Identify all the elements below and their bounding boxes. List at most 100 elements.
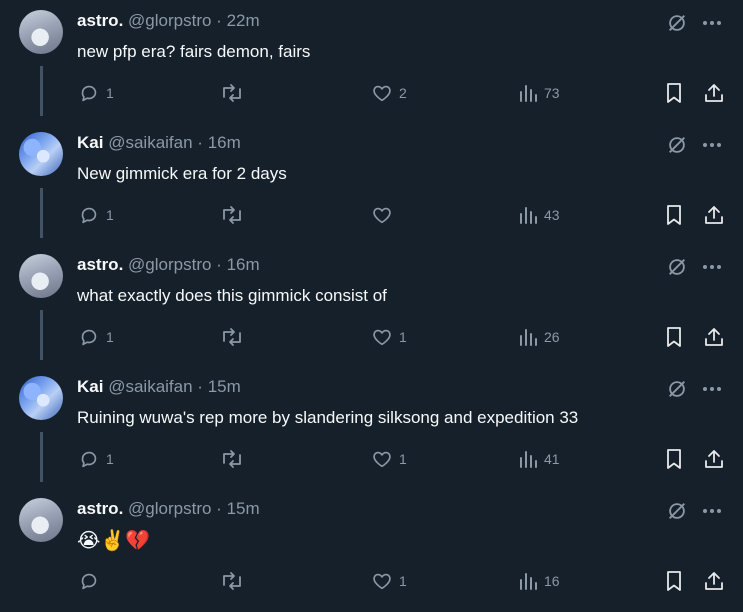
display-name[interactable]: astro. xyxy=(77,499,123,518)
share-button[interactable] xyxy=(703,202,725,228)
tweet-actions: 1 43 xyxy=(0,202,743,228)
heart-icon xyxy=(371,448,393,470)
heart-icon xyxy=(371,326,393,348)
retweet-button[interactable] xyxy=(220,80,250,106)
timestamp[interactable]: 22m xyxy=(227,11,260,30)
views-icon xyxy=(518,83,538,103)
retweet-button[interactable] xyxy=(220,202,250,228)
avatar[interactable] xyxy=(19,498,63,542)
tweet-text: New gimmick era for 2 days xyxy=(77,164,287,183)
like-button[interactable]: 1 xyxy=(371,446,407,472)
share-button[interactable] xyxy=(703,446,725,472)
bookmark-button[interactable] xyxy=(664,568,684,594)
separator-dot: · xyxy=(197,377,203,396)
timestamp[interactable]: 15m xyxy=(227,499,260,518)
display-name[interactable]: astro. xyxy=(77,11,123,30)
view-count: 16 xyxy=(544,573,560,589)
grok-icon[interactable] xyxy=(664,132,690,158)
display-name[interactable]: Kai xyxy=(77,133,103,152)
user-handle[interactable]: @glorpstro xyxy=(128,255,211,274)
more-icon[interactable] xyxy=(699,254,725,280)
views-button[interactable]: 16 xyxy=(518,568,560,594)
reply-button[interactable]: 1 xyxy=(78,446,114,472)
like-count: 2 xyxy=(399,85,407,101)
more-icon[interactable] xyxy=(699,376,725,402)
tweet-text: Ruining wuwa's rep more by slandering si… xyxy=(77,408,579,427)
more-icon[interactable] xyxy=(699,498,725,524)
grok-icon[interactable] xyxy=(664,254,690,280)
like-button[interactable]: 1 xyxy=(371,324,407,350)
reply-icon xyxy=(78,570,100,592)
views-icon xyxy=(518,327,538,347)
user-handle[interactable]: @glorpstro xyxy=(128,11,211,30)
like-button[interactable]: 2 xyxy=(371,80,407,106)
share-button[interactable] xyxy=(703,568,725,594)
separator-dot: · xyxy=(216,11,222,30)
grok-icon[interactable] xyxy=(664,10,690,36)
separator-dot: · xyxy=(197,133,203,152)
avatar[interactable] xyxy=(19,254,63,298)
reply-count: 1 xyxy=(106,329,114,345)
grok-icon[interactable] xyxy=(664,498,690,524)
timestamp[interactable]: 16m xyxy=(208,133,241,152)
user-handle[interactable]: @glorpstro xyxy=(128,499,211,518)
retweet-icon xyxy=(220,204,244,226)
timestamp[interactable]: 15m xyxy=(208,377,241,396)
reply-button[interactable]: 1 xyxy=(78,202,114,228)
retweet-icon xyxy=(220,82,244,104)
reply-button[interactable] xyxy=(78,568,106,594)
views-button[interactable]: 43 xyxy=(518,202,560,228)
tweet[interactable]: Kai @saikaifan · 15m Ruining wuwa's rep … xyxy=(0,366,743,488)
like-button[interactable] xyxy=(371,202,399,228)
avatar[interactable] xyxy=(19,10,63,54)
bookmark-button[interactable] xyxy=(664,202,684,228)
user-handle[interactable]: @saikaifan xyxy=(108,377,192,396)
bookmark-button[interactable] xyxy=(664,324,684,350)
grok-icon[interactable] xyxy=(664,376,690,402)
retweet-button[interactable] xyxy=(220,568,250,594)
like-button[interactable]: 1 xyxy=(371,568,407,594)
avatar[interactable] xyxy=(19,376,63,420)
tweet[interactable]: astro. @glorpstro · 16m what exactly doe… xyxy=(0,244,743,366)
display-name[interactable]: Kai xyxy=(77,377,103,396)
reply-icon xyxy=(78,82,100,104)
tweet[interactable]: astro. @glorpstro · 22m new pfp era? fai… xyxy=(0,0,743,122)
reply-button[interactable]: 1 xyxy=(78,324,114,350)
view-count: 43 xyxy=(544,207,560,223)
tweet[interactable]: Kai @saikaifan · 16m New gimmick era for… xyxy=(0,122,743,244)
more-icon[interactable] xyxy=(699,132,725,158)
retweet-icon xyxy=(220,326,244,348)
separator-dot: · xyxy=(216,255,222,274)
tweet-actions: 1 16 xyxy=(0,568,743,594)
tweet[interactable]: astro. @glorpstro · 15m 😭✌️💔 1 16 xyxy=(0,488,743,610)
retweet-button[interactable] xyxy=(220,324,250,350)
bookmark-icon xyxy=(664,570,684,592)
more-icon[interactable] xyxy=(699,10,725,36)
retweet-button[interactable] xyxy=(220,446,250,472)
reply-icon xyxy=(78,326,100,348)
tweet-text: what exactly does this gimmick consist o… xyxy=(77,286,387,305)
heart-icon xyxy=(371,204,393,226)
reply-count: 1 xyxy=(106,451,114,467)
views-icon xyxy=(518,205,538,225)
tweet-text: new pfp era? fairs demon, fairs xyxy=(77,42,311,61)
share-icon xyxy=(703,82,725,104)
views-button[interactable]: 26 xyxy=(518,324,560,350)
user-handle[interactable]: @saikaifan xyxy=(108,133,192,152)
reply-button[interactable]: 1 xyxy=(78,80,114,106)
share-button[interactable] xyxy=(703,80,725,106)
bookmark-button[interactable] xyxy=(664,80,684,106)
views-icon xyxy=(518,449,538,469)
views-button[interactable]: 41 xyxy=(518,446,560,472)
tweet-actions: 1 1 41 xyxy=(0,446,743,472)
tweet-text: 😭✌️💔 xyxy=(77,530,151,552)
avatar[interactable] xyxy=(19,132,63,176)
reply-icon xyxy=(78,204,100,226)
timestamp[interactable]: 16m xyxy=(227,255,260,274)
share-button[interactable] xyxy=(703,324,725,350)
views-button[interactable]: 73 xyxy=(518,80,560,106)
retweet-icon xyxy=(220,570,244,592)
display-name[interactable]: astro. xyxy=(77,255,123,274)
bookmark-button[interactable] xyxy=(664,446,684,472)
separator-dot: · xyxy=(216,499,222,518)
